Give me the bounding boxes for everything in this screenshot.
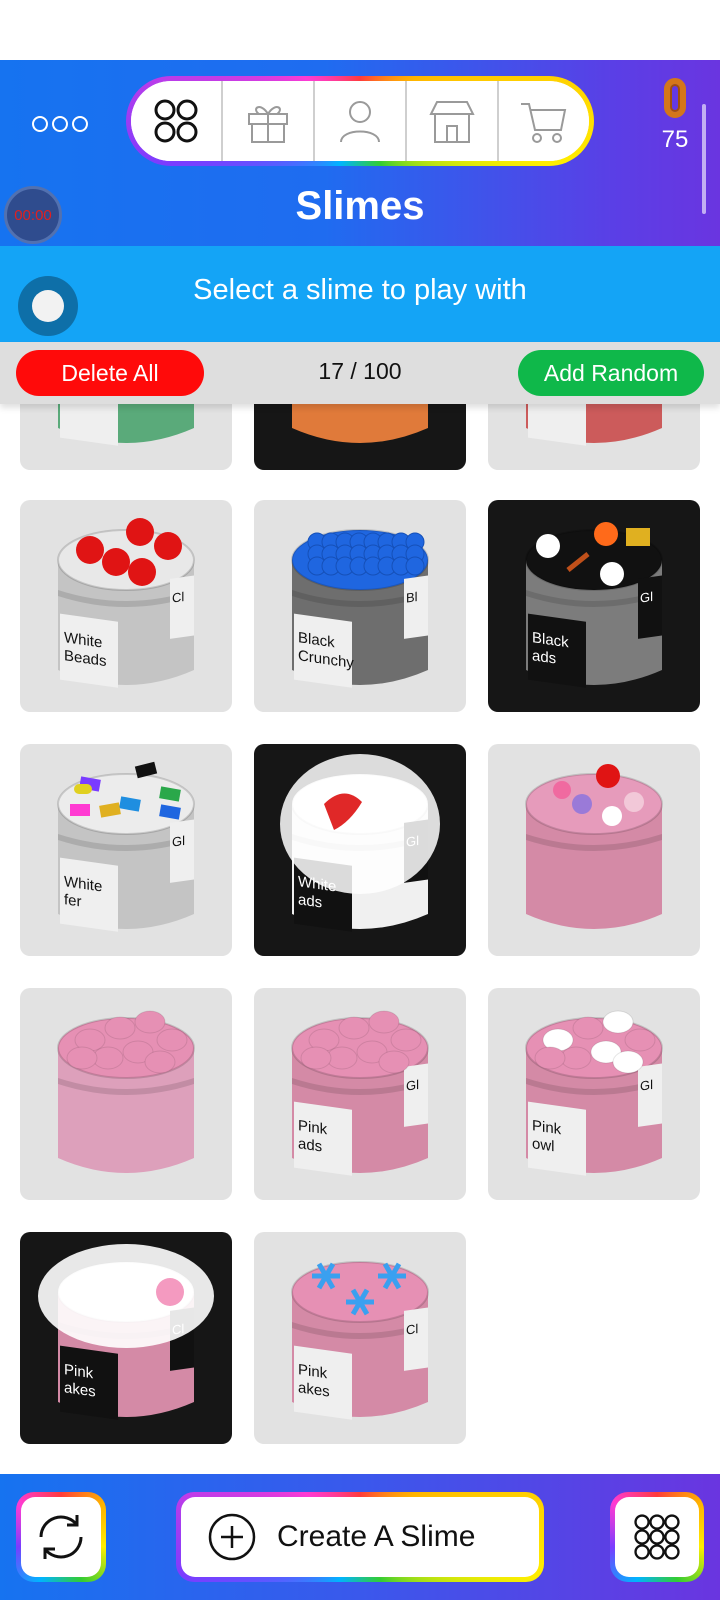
slime-card[interactable]: Gl [488,404,700,470]
refresh-button[interactable] [16,1492,106,1582]
menu-grid-button[interactable] [610,1492,704,1582]
grid-circles-icon [634,1514,680,1560]
tab-gift[interactable] [223,81,315,161]
tab-shop[interactable] [407,81,499,161]
slime-jar-image: WhiteferGl [57,761,195,932]
delete-all-button[interactable]: Delete All [16,350,204,396]
svg-text:Cl: Cl [172,589,184,606]
add-random-button[interactable]: Add Random [518,350,704,396]
slime-jar-image [57,1010,195,1173]
create-slime-button[interactable]: Create A Slime [176,1492,544,1582]
instruction-text: Select a slime to play with [193,274,527,306]
slime-card[interactable]: Pink owl Gl [488,988,700,1200]
slime-card[interactable]: PinkakesCl [254,1232,466,1444]
cart-icon [521,103,567,143]
slime-card[interactable]: Black Crunchy Bl [254,500,466,712]
dot-icon [32,116,48,132]
ring-coin-icon [664,78,686,118]
slime-jar-image: owl [58,404,194,446]
svg-text:Gl: Gl [640,1077,653,1094]
dot-icon [72,116,88,132]
slime-grid: owlGlWhiteBeadsClBlackCrunchyBlBlackadsG… [0,404,720,1474]
svg-text:Gl: Gl [172,833,185,850]
currency-counter: 75 [650,78,700,178]
slime-card[interactable]: WhiteadsGl [254,744,466,956]
currency-value: 75 [661,126,689,153]
slime-jar-image: WhiteadsGl [280,754,440,932]
tab-profile[interactable] [315,81,407,161]
slime-card[interactable] [488,744,700,956]
person-icon [340,101,380,143]
tab-cart[interactable] [499,81,589,161]
create-slime-label: Create A Slime [277,1520,476,1553]
slime-card[interactable]: Black ads Gl [488,500,700,712]
page-title: Slimes [295,184,425,228]
svg-text:Cl: Cl [406,1321,418,1338]
slime-jar-image [525,764,663,929]
slime-card[interactable] [254,404,466,470]
svg-text:Gl: Gl [406,1077,419,1094]
tab-slimes[interactable] [131,81,223,161]
slime-card[interactable]: Pink ads Gl [254,988,466,1200]
store-icon [429,101,475,143]
slime-jar-image: WhiteBeadsCl [57,518,195,688]
refresh-icon [39,1515,83,1559]
slime-card[interactable]: owl [20,404,232,470]
top-nav [126,76,594,166]
svg-text:ads: ads [298,891,322,911]
slime-card[interactable]: PinkakesCl [20,1232,232,1444]
svg-text:Bl: Bl [406,589,418,606]
plus-circle-icon [208,1513,256,1561]
status-bar [0,0,720,60]
slime-jar-image: BlackCrunchyBl [291,529,429,688]
dot-icon [52,116,68,132]
slime-jar-image: BlackadsGl [525,522,663,688]
slime-jar-image: PinkakesCl [291,1261,429,1420]
svg-text:owl: owl [532,1135,554,1155]
more-options-button[interactable] [32,112,92,136]
slime-jar-image: PinkowlGl [525,1010,663,1176]
slime-card[interactable] [20,988,232,1200]
slime-jar-image [292,404,428,443]
slime-card[interactable]: White fer Gl [20,744,232,956]
svg-text:fer: fer [64,891,81,910]
svg-text:ads: ads [532,647,556,667]
slime-jar-image: PinkakesCl [38,1244,214,1420]
grid-circles-icon [154,99,198,143]
slime-jar-image: Gl [526,404,662,446]
slime-jar-image: PinkadsGl [291,1010,429,1176]
svg-text:Gl: Gl [640,589,653,606]
slime-card[interactable]: White Beads Cl [20,500,232,712]
svg-text:ads: ads [298,1135,322,1155]
gift-icon [248,106,288,143]
slime-count: 17 / 100 [318,358,402,384]
